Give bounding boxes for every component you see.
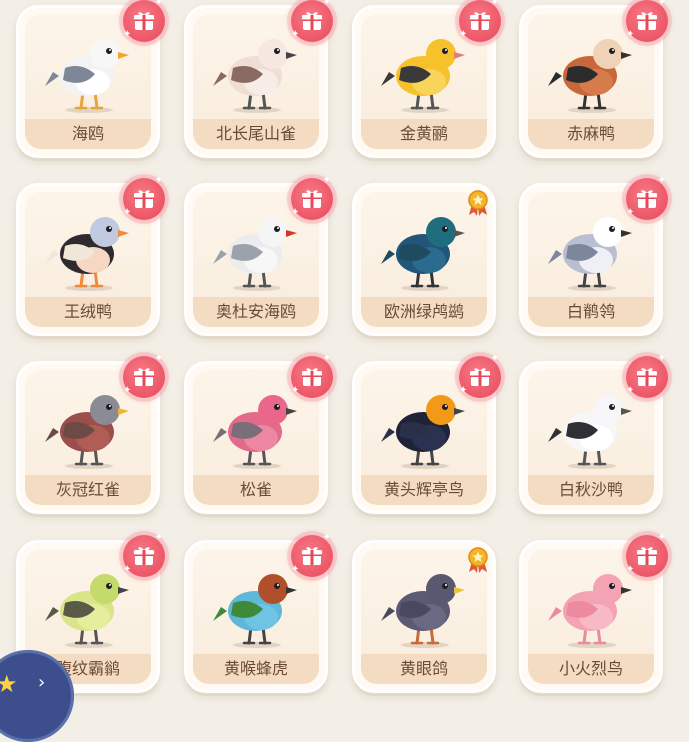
bird-name: 金黄鹂 <box>361 119 487 149</box>
bird-card[interactable]: ★★★★★金黄鹂 ✦✦ <box>352 0 501 158</box>
gift-icon[interactable]: ✦ ✦ <box>459 354 501 398</box>
bird-illustration <box>548 217 632 291</box>
gift-icon[interactable]: ✦ ✦ <box>291 176 333 220</box>
bird-illustration <box>548 395 632 469</box>
bird-illustration <box>381 574 465 648</box>
bird-card[interactable]: ★★★★★松雀 ✦✦ <box>184 354 333 514</box>
gift-icon[interactable]: ✦ ✦ <box>626 354 668 398</box>
gift-icon[interactable]: ✦ ✦ <box>459 0 501 42</box>
bird-name: 松雀 <box>193 475 319 505</box>
bird-card[interactable]: ★★★★★北长尾山雀 ✦✦ <box>184 0 333 158</box>
bird-card[interactable]: ★★★★★欧洲绿鸬鹚 <box>352 183 496 336</box>
bird-card[interactable]: ★★★★★奥杜安海鸥 ✦✦ <box>184 176 333 336</box>
medal-icon[interactable] <box>467 547 489 573</box>
bird-collection-grid: ★★★★★海鸥 ✦✦ ★★★★★北长尾山雀 ✦✦ <box>0 0 689 706</box>
bird-illustration <box>45 395 129 469</box>
bird-illustration <box>213 574 297 648</box>
star-icon: ★ <box>0 670 18 698</box>
bird-card[interactable]: ★★★★★黄眼鸽 <box>352 540 496 693</box>
bird-name: 白秋沙鸭 <box>528 475 654 505</box>
bird-illustration <box>381 395 465 469</box>
gift-icon[interactable]: ✦ ✦ <box>123 0 165 42</box>
bird-name: 黄眼鸽 <box>361 654 487 684</box>
bird-illustration <box>45 574 129 648</box>
gift-icon[interactable]: ✦ ✦ <box>291 354 333 398</box>
gift-icon[interactable]: ✦ ✦ <box>123 176 165 220</box>
bird-illustration <box>213 395 297 469</box>
bird-name: 赤麻鸭 <box>528 119 654 149</box>
bird-name: 黄喉蜂虎 <box>193 654 319 684</box>
gift-icon[interactable]: ✦ ✦ <box>123 533 165 577</box>
bird-card[interactable]: ★★★★★海鸥 ✦✦ <box>16 0 165 158</box>
bird-card[interactable]: ★★★★★白秋沙鸭 ✦✦ <box>519 354 668 514</box>
bird-name: 北长尾山雀 <box>193 119 319 149</box>
bird-card[interactable]: ★★★★★赤麻鸭 ✦✦ <box>519 0 668 158</box>
gift-icon[interactable]: ✦ ✦ <box>123 354 165 398</box>
bird-card[interactable]: ★★★★★黄头辉亭鸟 ✦✦ <box>352 354 501 514</box>
bird-name: 王绒鸭 <box>25 297 151 327</box>
gift-icon[interactable]: ✦ ✦ <box>626 533 668 577</box>
bird-illustration <box>548 574 632 648</box>
bird-illustration <box>213 39 297 113</box>
bird-illustration <box>381 217 465 291</box>
bird-name: 海鸥 <box>25 119 151 149</box>
bird-name: 灰冠红雀 <box>25 475 151 505</box>
bird-name: 黄头辉亭鸟 <box>361 475 487 505</box>
gift-icon[interactable]: ✦ ✦ <box>291 533 333 577</box>
bird-card[interactable]: ★★★★★王绒鸭 ✦✦ <box>16 176 165 336</box>
bird-card[interactable]: ★★★★★灰冠红雀 ✦✦ <box>16 354 165 514</box>
bird-illustration <box>45 217 129 291</box>
bird-illustration <box>548 39 632 113</box>
bird-card[interactable]: ★★★★★小火烈鸟 ✦✦ <box>519 533 668 693</box>
gift-icon[interactable]: ✦ ✦ <box>626 0 668 42</box>
gift-icon[interactable]: ✦ ✦ <box>291 0 333 42</box>
bird-name: 小火烈鸟 <box>528 654 654 684</box>
bird-illustration <box>213 217 297 291</box>
bird-name: 白鹡鸰 <box>528 297 654 327</box>
bird-illustration <box>381 39 465 113</box>
bird-card[interactable]: ★★★★★白鹡鸰 ✦✦ <box>519 176 668 336</box>
gift-icon[interactable]: ✦ ✦ <box>626 176 668 220</box>
chevron-right-icon: › <box>38 672 46 693</box>
bird-card[interactable]: ★★★★★黄喉蜂虎 ✦✦ <box>184 533 333 693</box>
bird-illustration <box>45 39 129 113</box>
bird-name: 欧洲绿鸬鹚 <box>361 297 487 327</box>
bird-name: 奥杜安海鸥 <box>193 297 319 327</box>
medal-icon[interactable] <box>467 190 489 216</box>
